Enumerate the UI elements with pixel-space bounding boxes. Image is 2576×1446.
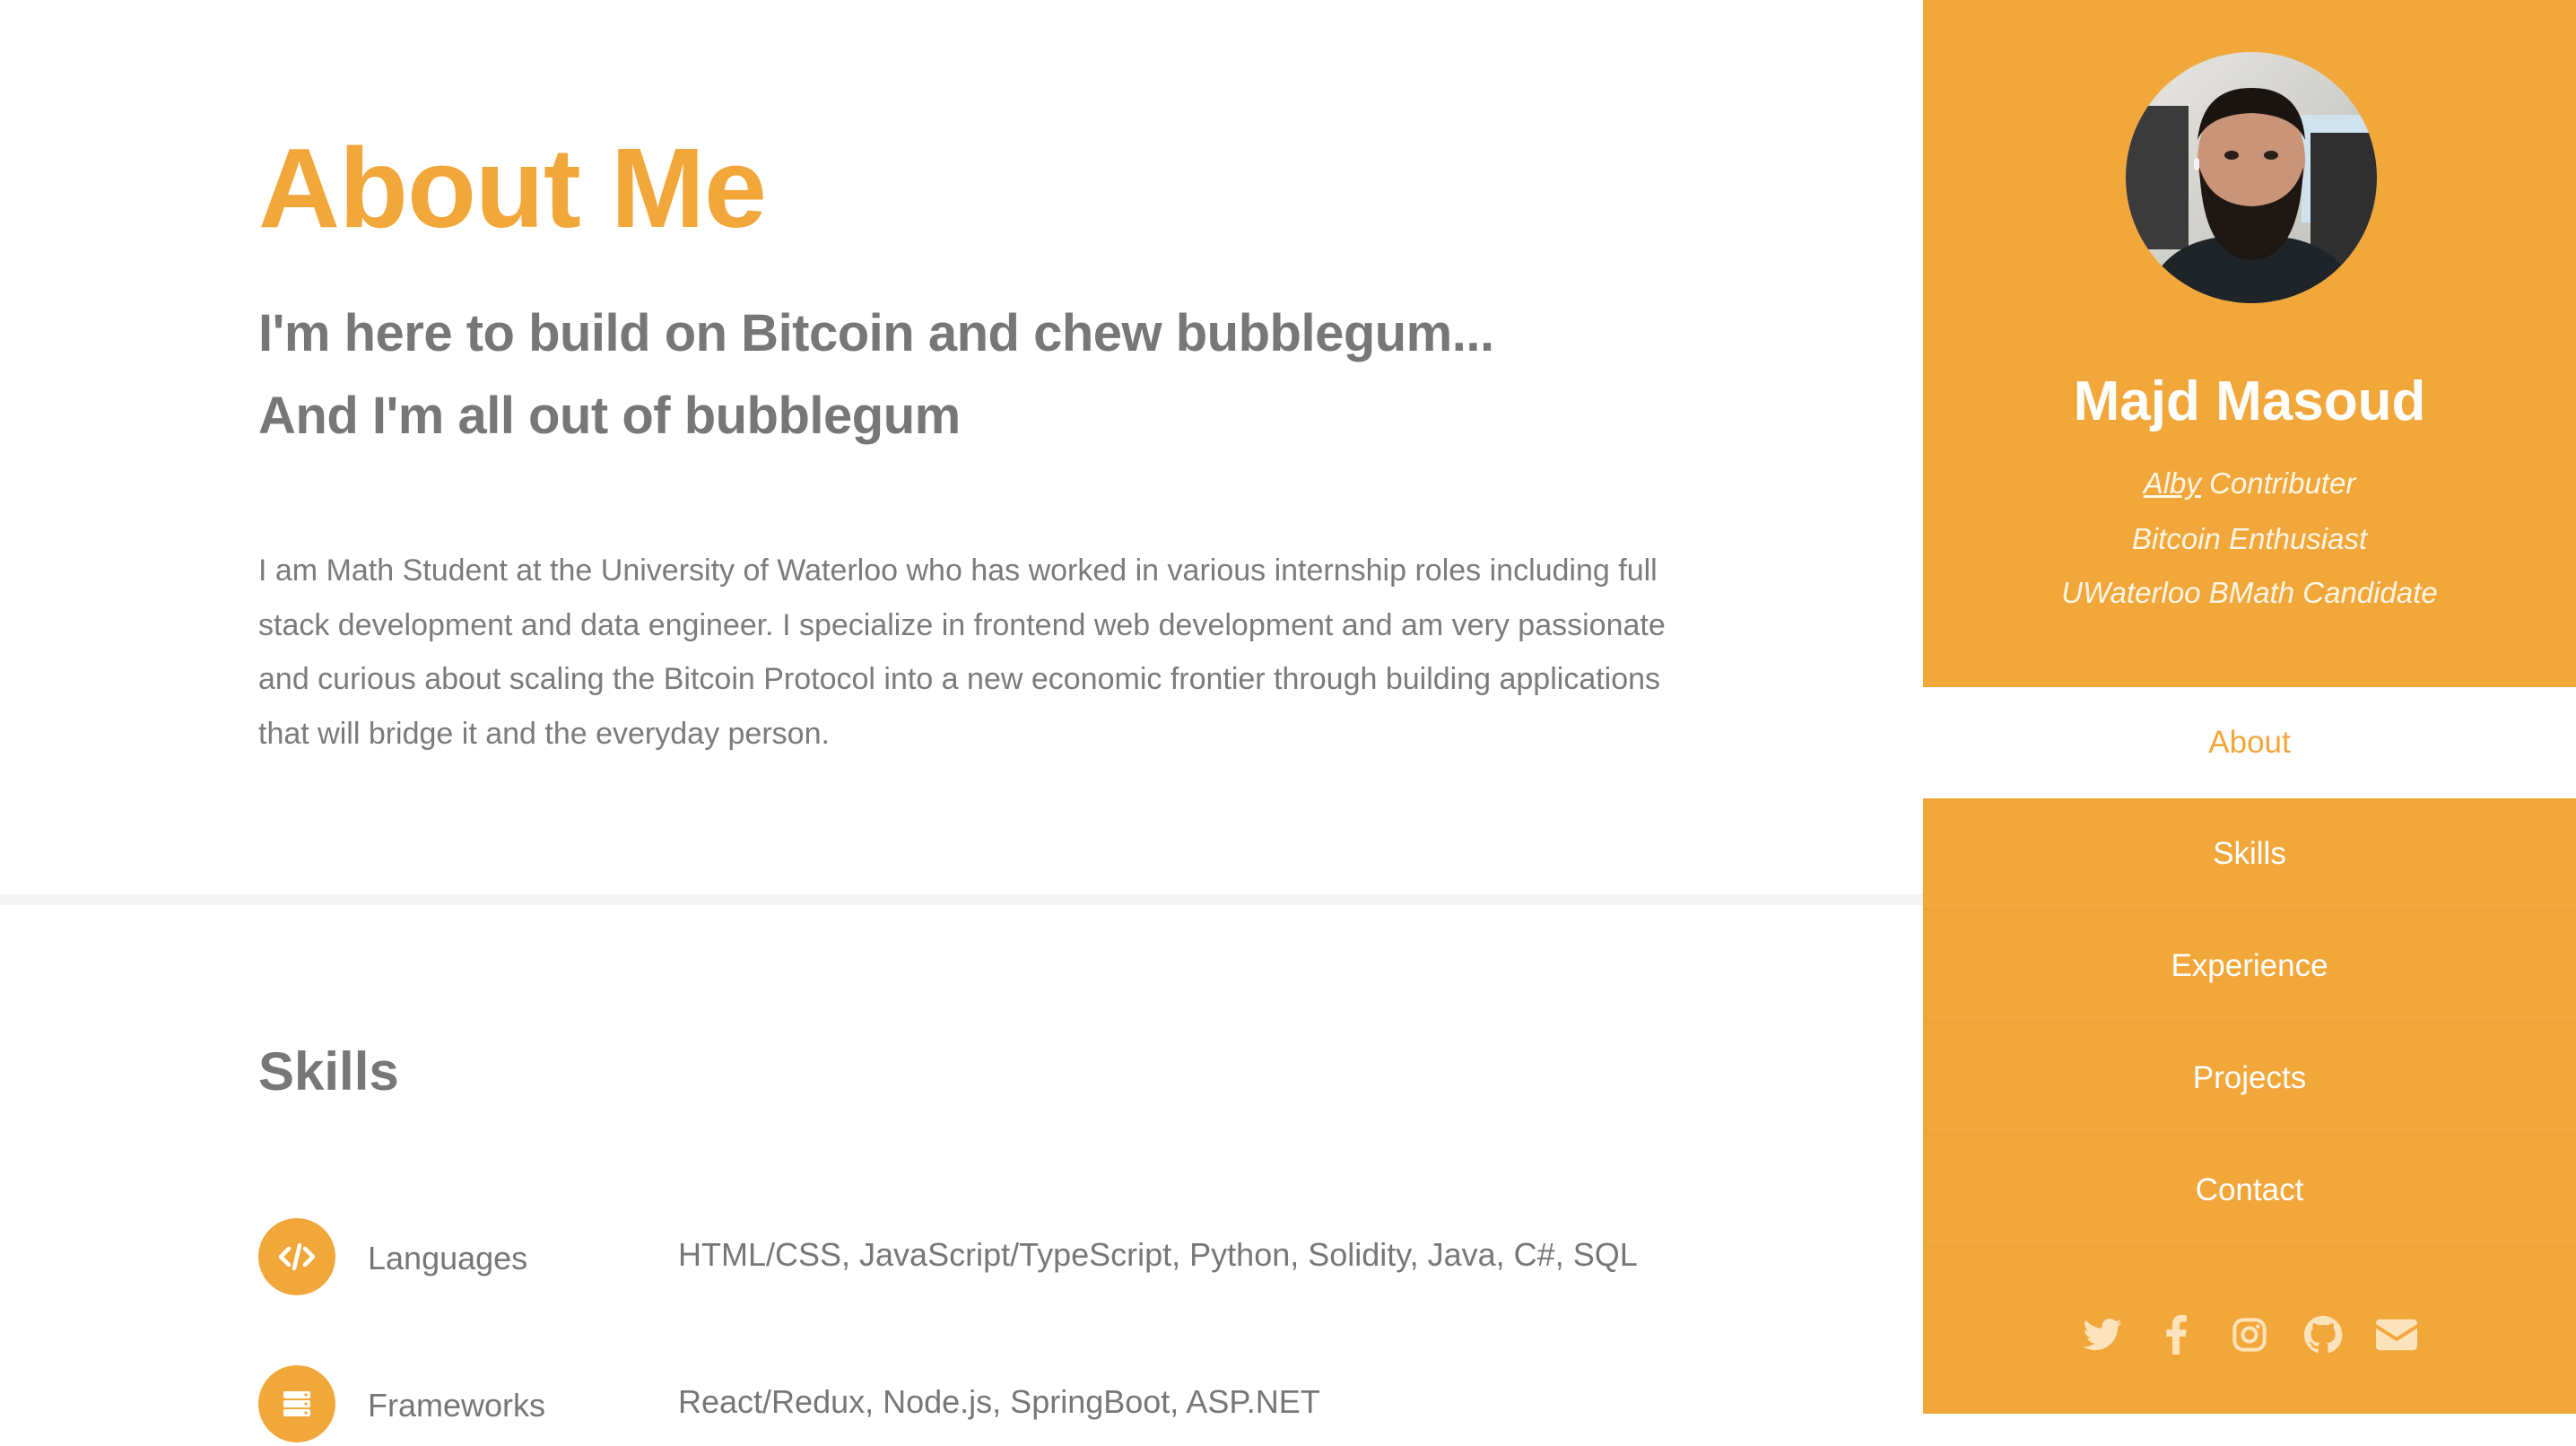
about-subtitle: I'm here to build on Bitcoin and chew bu…	[258, 292, 1494, 457]
nav-item-skills[interactable]: Skills	[1923, 798, 2576, 910]
tagline-candidate: UWaterloo BMath Candidate	[2061, 576, 2438, 609]
envelope-icon[interactable]	[2375, 1313, 2418, 1356]
twitter-icon[interactable]	[2081, 1313, 2124, 1356]
skill-value: React/Redux, Node.js, SpringBoot, ASP.NE…	[678, 1383, 1320, 1420]
skill-row-frameworks: Frameworks React/Redux, Node.js, SpringB…	[258, 1365, 1783, 1446]
social-links	[1923, 1313, 2576, 1356]
subtitle-line-2: And I'm all out of bubblegum	[258, 387, 961, 445]
skills-title: Skills	[258, 1041, 399, 1102]
about-bio: I am Math Student at the University of W…	[258, 553, 1666, 751]
skill-row-languages: Languages HTML/CSS, JavaScript/TypeScrip…	[258, 1218, 1783, 1299]
profile-name: Majd Masoud	[2073, 370, 2426, 432]
nav-item-about[interactable]: About	[1923, 687, 2576, 798]
tagline-contributor-text: Contributer	[2200, 466, 2356, 500]
server-icon	[258, 1365, 335, 1442]
section-divider	[0, 894, 1923, 905]
nav-item-contact[interactable]: Contact	[1923, 1135, 2576, 1247]
tagline-enthusiast: Bitcoin Enthusiast	[2131, 522, 2368, 555]
code-icon	[258, 1218, 335, 1295]
github-icon[interactable]	[2302, 1313, 2345, 1356]
page-title: About Me	[258, 125, 767, 251]
main-content: About Me I'm here to build on Bitcoin an…	[0, 0, 1923, 1442]
tagline-contributor: Alby Contributer	[1923, 466, 2576, 501]
skill-label: Frameworks	[368, 1387, 546, 1424]
sidebar: Majd Masoud Alby Contributer Bitcoin Ent…	[1923, 0, 2576, 1414]
alby-link[interactable]: Alby	[2144, 466, 2201, 500]
nav-item-projects[interactable]: Projects	[1923, 1023, 2576, 1135]
avatar	[2126, 52, 2377, 303]
skill-value: HTML/CSS, JavaScript/TypeScript, Python,…	[678, 1236, 1638, 1273]
instagram-icon[interactable]	[2228, 1313, 2271, 1356]
skill-label: Languages	[368, 1240, 528, 1276]
facebook-icon[interactable]	[2154, 1313, 2197, 1356]
sidebar-nav: About Skills Experience Projects Contact	[1923, 687, 2576, 1247]
nav-item-experience[interactable]: Experience	[1923, 910, 2576, 1023]
subtitle-line-1: I'm here to build on Bitcoin and chew bu…	[258, 304, 1494, 362]
